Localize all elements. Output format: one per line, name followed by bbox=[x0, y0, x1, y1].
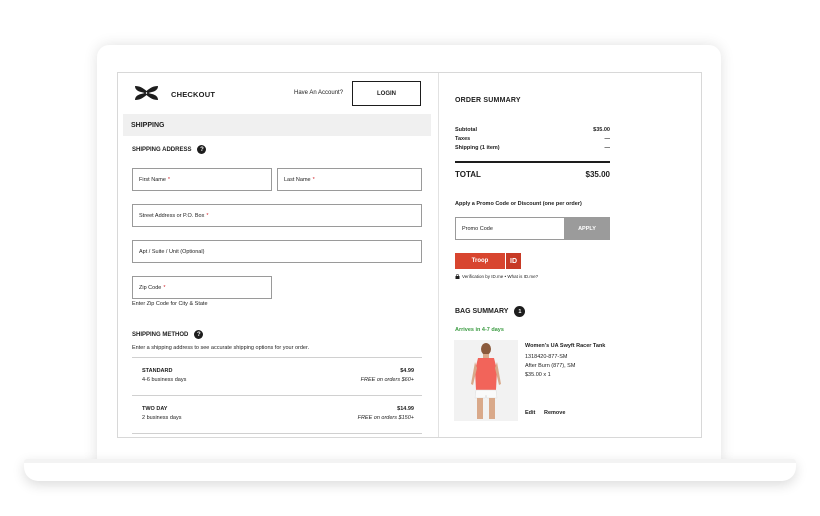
verification-text: Verification by ID.me • What is ID.me? bbox=[462, 274, 539, 279]
required-mark: * bbox=[312, 176, 315, 183]
product-image[interactable] bbox=[454, 340, 518, 421]
zip-code-label: Zip Code bbox=[139, 284, 162, 291]
apply-button[interactable]: APPLY bbox=[564, 217, 610, 240]
shipping-option-free-note: FREE on orders $150+ bbox=[357, 415, 414, 421]
last-name-label: Last Name bbox=[284, 176, 311, 183]
shipping-method-heading: SHIPPING METHOD ? bbox=[132, 330, 204, 339]
lock-icon bbox=[455, 274, 460, 279]
product-sku: 1318420-877-SM bbox=[525, 354, 568, 360]
product-name[interactable]: Women's UA Swyft Racer Tank bbox=[525, 343, 605, 349]
apt-suite-field[interactable]: Apt / Suite / Unit (Optional) bbox=[132, 240, 422, 263]
shipping-option-price: $4.99 bbox=[400, 368, 414, 374]
laptop-base-notch bbox=[24, 459, 796, 463]
edit-link[interactable]: Edit bbox=[525, 410, 535, 416]
shipping-label: Shipping (1 item) bbox=[455, 145, 500, 151]
shipping-option-name: STANDARD bbox=[142, 368, 173, 374]
under-armour-logo-icon bbox=[135, 86, 158, 100]
verification-note: Verification by ID.me • What is ID.me? bbox=[455, 274, 538, 279]
divider bbox=[132, 433, 422, 434]
first-name-field[interactable]: First Name * bbox=[132, 168, 272, 191]
last-name-field[interactable]: Last Name * bbox=[277, 168, 422, 191]
street-address-field[interactable]: Street Address or P.O. Box * bbox=[132, 204, 422, 227]
laptop-base bbox=[24, 459, 796, 481]
shipping-option-free-note: FREE on orders $60+ bbox=[360, 377, 414, 383]
first-name-label: First Name bbox=[139, 176, 166, 183]
shipping-address-label: SHIPPING ADDRESS bbox=[132, 146, 192, 153]
apt-suite-label: Apt / Suite / Unit (Optional) bbox=[139, 248, 205, 255]
page-title: CHECKOUT bbox=[171, 90, 216, 99]
total-value: $35.00 bbox=[585, 170, 610, 179]
help-icon[interactable]: ? bbox=[197, 145, 207, 154]
order-summary-title: ORDER SUMMARY bbox=[455, 97, 521, 104]
promo-code-input[interactable]: Promo Code bbox=[455, 217, 565, 240]
shipping-method-label: SHIPPING METHOD bbox=[132, 331, 189, 338]
shipping-option-standard[interactable]: STANDARD 4-6 business days $4.99 FREE on… bbox=[142, 368, 414, 390]
product-price-qty: $35.00 x 1 bbox=[525, 372, 551, 378]
shipping-option-name: TWO DAY bbox=[142, 406, 168, 412]
zip-code-field[interactable]: Zip Code * bbox=[132, 276, 272, 299]
bag-summary-title: BAG SUMMARY bbox=[455, 308, 509, 315]
required-mark: * bbox=[167, 176, 171, 183]
help-icon[interactable]: ? bbox=[194, 330, 204, 339]
street-address-label: Street Address or P.O. Box bbox=[139, 212, 205, 219]
id-me-badge: ID bbox=[506, 253, 521, 269]
shipping-row: Shipping (1 item) — bbox=[455, 145, 610, 151]
shipping-method-hint: Enter a shipping address to see accurate… bbox=[132, 345, 310, 351]
taxes-row: Taxes — bbox=[455, 136, 610, 142]
subtotal-value: $35.00 bbox=[593, 127, 610, 133]
divider bbox=[132, 357, 422, 358]
troop-id-button[interactable]: Troop ID bbox=[455, 253, 521, 269]
shipping-address-heading: SHIPPING ADDRESS ? bbox=[132, 145, 207, 154]
shipping-option-days: 4-6 business days bbox=[142, 377, 187, 383]
divider bbox=[132, 395, 422, 396]
bag-count-badge: 1 bbox=[514, 306, 526, 317]
checkout-screen: CHECKOUT Have An Account? LOGIN SHIPPING… bbox=[117, 72, 702, 438]
taxes-label: Taxes bbox=[455, 136, 471, 142]
have-account-text: Have An Account? bbox=[294, 90, 344, 96]
required-mark: * bbox=[206, 212, 209, 219]
total-divider bbox=[455, 161, 610, 163]
taxes-value: — bbox=[604, 136, 611, 142]
subtotal-row: Subtotal $35.00 bbox=[455, 127, 610, 133]
shipping-value: — bbox=[604, 145, 611, 151]
bag-summary-heading: BAG SUMMARY 1 bbox=[455, 306, 526, 317]
stage: CHECKOUT Have An Account? LOGIN SHIPPING… bbox=[0, 0, 820, 516]
subtotal-label: Subtotal bbox=[455, 127, 477, 133]
zip-hint: Enter Zip Code for City & State bbox=[132, 301, 208, 307]
arrival-estimate: Arrives in 4-7 days bbox=[455, 327, 504, 333]
product-variant: After Burn (877), SM bbox=[525, 363, 576, 369]
promo-label: Apply a Promo Code or Discount (one per … bbox=[455, 201, 582, 207]
total-row: TOTAL $35.00 bbox=[455, 170, 610, 179]
remove-link[interactable]: Remove bbox=[544, 410, 565, 416]
shipping-section-header: SHIPPING bbox=[123, 114, 431, 136]
shipping-option-two-day[interactable]: TWO DAY 2 business days $14.99 FREE on o… bbox=[142, 406, 414, 428]
total-label: TOTAL bbox=[455, 170, 481, 179]
shipping-option-price: $14.99 bbox=[397, 406, 414, 412]
login-button[interactable]: LOGIN bbox=[352, 81, 421, 106]
required-mark: * bbox=[163, 284, 166, 291]
troop-label: Troop bbox=[455, 253, 505, 269]
shipping-option-days: 2 business days bbox=[142, 415, 182, 421]
column-divider bbox=[438, 73, 439, 437]
